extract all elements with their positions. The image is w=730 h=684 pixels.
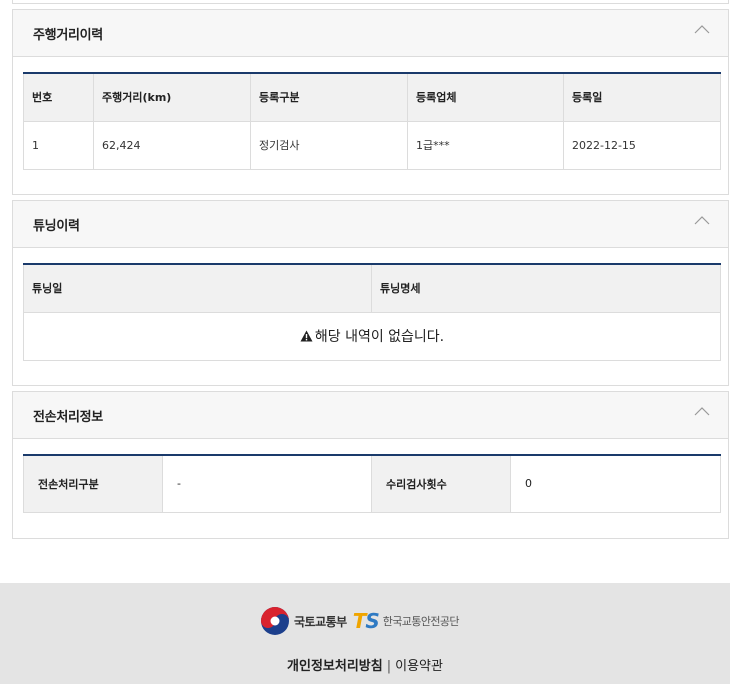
col-header-tuning-detail: 튜닝명세 bbox=[371, 264, 721, 313]
chevron-up-icon[interactable] bbox=[694, 215, 710, 225]
privacy-policy-link[interactable]: 개인정보처리방침 bbox=[287, 659, 383, 674]
tuning-history-panel: 튜닝이력 튜닝일 튜닝명세 해당 내역이 없습니다. bbox=[12, 200, 729, 386]
taegeuk-emblem-icon bbox=[261, 607, 289, 635]
col-header-number: 번호 bbox=[23, 73, 94, 122]
mileage-history-header[interactable]: 주행거리이력 bbox=[13, 10, 728, 57]
total-loss-panel: 전손처리정보 전손처리구분 - 수리검사횟수 0 bbox=[12, 391, 729, 539]
terms-of-use-link[interactable]: 이용약관 bbox=[395, 659, 443, 674]
col-header-tuning-date: 튜닝일 bbox=[23, 264, 372, 313]
kotsa-logo[interactable]: TS 한국교통안전공단 bbox=[352, 609, 460, 633]
cell-mileage: 62,424 bbox=[93, 120, 251, 170]
link-separator: | bbox=[386, 659, 392, 674]
tuning-table: 튜닝일 튜닝명세 해당 내역이 없습니다. bbox=[23, 263, 721, 361]
value-total-loss-type: - bbox=[162, 455, 372, 513]
mileage-history-title: 주행거리이력 bbox=[33, 27, 103, 43]
mileage-table: 번호 주행거리(km) 등록구분 등록업체 등록일 1 62,424 정기검사 … bbox=[23, 72, 721, 170]
footer-links: 개인정보처리방침 | 이용약관 bbox=[0, 655, 730, 674]
empty-message: 해당 내역이 없습니다. bbox=[314, 329, 445, 345]
chevron-up-icon[interactable] bbox=[694, 406, 710, 416]
site-footer: 국토교통부 TS 한국교통안전공단 개인정보처리방침 | 이용약관 bbox=[0, 583, 730, 684]
footer-logos: 국토교통부 TS 한국교통안전공단 bbox=[260, 605, 460, 637]
mileage-history-panel: 주행거리이력 번호 주행거리(km) 등록구분 등록업체 등록일 1 62,42… bbox=[12, 9, 729, 195]
moltm-logo[interactable]: 국토교통부 bbox=[260, 606, 347, 636]
tuning-history-header[interactable]: 튜닝이력 bbox=[13, 201, 728, 248]
cell-reg-company: 1급*** bbox=[407, 120, 564, 170]
col-header-reg-company: 등록업체 bbox=[407, 73, 564, 122]
table-header-row: 번호 주행거리(km) 등록구분 등록업체 등록일 bbox=[23, 73, 721, 122]
col-header-reg-date: 등록일 bbox=[563, 73, 721, 122]
cell-reg-date: 2022-12-15 bbox=[563, 120, 721, 170]
table-row: 전손처리구분 - 수리검사횟수 0 bbox=[23, 455, 721, 513]
total-loss-table: 전손처리구분 - 수리검사횟수 0 bbox=[23, 454, 721, 513]
cell-number: 1 bbox=[23, 120, 94, 170]
total-loss-title: 전손처리정보 bbox=[33, 409, 103, 425]
label-repair-inspection-count: 수리검사횟수 bbox=[371, 455, 511, 513]
ts-mark-icon: TS bbox=[352, 609, 380, 633]
empty-row: 해당 내역이 없습니다. bbox=[23, 311, 721, 361]
total-loss-header[interactable]: 전손처리정보 bbox=[13, 392, 728, 439]
previous-panel-edge bbox=[12, 0, 729, 4]
col-header-reg-type: 등록구분 bbox=[250, 73, 408, 122]
col-header-mileage: 주행거리(km) bbox=[93, 73, 251, 122]
cell-reg-type: 정기검사 bbox=[250, 120, 408, 170]
table-row: 1 62,424 정기검사 1급*** 2022-12-15 bbox=[23, 120, 721, 170]
moltm-name: 국토교통부 bbox=[294, 614, 347, 629]
chevron-up-icon[interactable] bbox=[694, 24, 710, 34]
table-row: 해당 내역이 없습니다. bbox=[23, 311, 721, 361]
tuning-history-title: 튜닝이력 bbox=[33, 218, 80, 234]
warning-icon bbox=[300, 330, 313, 342]
table-header-row: 튜닝일 튜닝명세 bbox=[23, 264, 721, 313]
kotsa-name: 한국교통안전공단 bbox=[382, 615, 460, 628]
label-total-loss-type: 전손처리구분 bbox=[23, 455, 163, 513]
value-repair-inspection-count: 0 bbox=[510, 455, 721, 513]
